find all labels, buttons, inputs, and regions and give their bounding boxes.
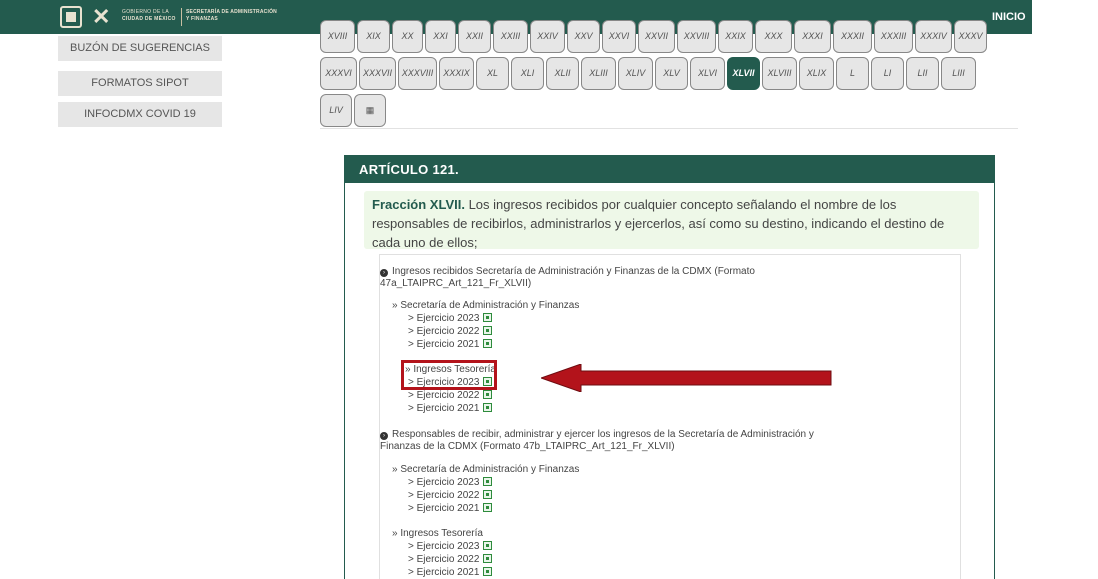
fraction-tab[interactable]: XXXVIII: [398, 57, 437, 90]
fraction-tab[interactable]: XXVII: [638, 20, 675, 53]
fraction-tab[interactable]: XIX: [357, 20, 390, 53]
fraction-tab[interactable]: XXIX: [718, 20, 753, 53]
nav-inicio-link[interactable]: INICIO: [992, 11, 1026, 23]
fraction-tab[interactable]: XXVIII: [677, 20, 716, 53]
sidebar-item-buzon[interactable]: BUZÓN DE SUGERENCIAS: [58, 36, 222, 61]
fraction-tab[interactable]: XLV: [655, 57, 688, 90]
excel-file-icon[interactable]: [483, 403, 493, 412]
fraction-tab[interactable]: XLIX: [799, 57, 834, 90]
fraction-tab[interactable]: XL: [476, 57, 509, 90]
fraction-tab[interactable]: XXII: [458, 20, 491, 53]
circle-arrow-icon: ›: [380, 269, 388, 277]
excel-file-icon[interactable]: [483, 390, 493, 399]
excel-file-icon[interactable]: [483, 477, 493, 486]
fraction-tab[interactable]: XXXI: [794, 20, 831, 53]
list-item[interactable]: > Ejercicio 2021: [408, 339, 493, 351]
fraction-tab[interactable]: XXV: [567, 20, 600, 53]
secretaria-logo-text: SECRETARÍA DE ADMINISTRACIÓN Y FINANZAS: [186, 9, 277, 22]
list-item[interactable]: > Ejercicio 2022: [408, 490, 493, 502]
section-b-group1-label: » Secretaría de Administración y Finanza…: [392, 464, 580, 475]
section-a-title: › Ingresos recibidos Secretaría de Admini…: [380, 266, 755, 278]
annotation-highlight-box: [401, 360, 497, 390]
fraction-tab[interactable]: XX: [392, 20, 423, 53]
fraction-tab[interactable]: LI: [871, 57, 904, 90]
cdmx-logo-icon: ✕: [92, 4, 111, 29]
fraction-tab[interactable]: XXX: [755, 20, 792, 53]
excel-file-icon[interactable]: [483, 541, 493, 550]
section-b-group2-label: » Ingresos Tesorería: [392, 528, 483, 539]
fraction-tab[interactable]: XVIII: [320, 20, 355, 53]
list-item[interactable]: > Ejercicio 2022: [408, 390, 493, 402]
list-item[interactable]: > Ejercicio 2023: [408, 477, 493, 489]
fraction-tab[interactable]: XLVI: [690, 57, 725, 90]
excel-file-icon[interactable]: [483, 490, 493, 499]
fraction-tab[interactable]: XXXIII: [874, 20, 913, 53]
list-item[interactable]: > Ejercicio 2022: [408, 326, 493, 338]
list-item[interactable]: > Ejercicio 2021: [408, 503, 493, 515]
list-item[interactable]: > Ejercicio 2021: [408, 567, 493, 579]
fraction-tab[interactable]: XLIII: [581, 57, 616, 90]
gov-logo-text: GOBIERNO DE LA CIUDAD DE MÉXICO: [122, 9, 176, 22]
excel-file-icon[interactable]: [483, 554, 493, 563]
coat-of-arms-logo: [60, 6, 82, 28]
fraction-tab[interactable]: XXIII: [493, 20, 528, 53]
annotation-arrow-icon: [541, 364, 832, 392]
fraction-tab[interactable]: XLVII: [727, 57, 760, 90]
divider: [320, 128, 1018, 129]
article-title: ARTÍCULO 121.: [345, 156, 994, 183]
section-a-group1-label: » Secretaría de Administración y Finanza…: [392, 300, 580, 311]
table-icon[interactable]: ▦: [354, 94, 386, 127]
fraction-tab[interactable]: XLII: [546, 57, 579, 90]
fraction-tab[interactable]: XLI: [511, 57, 544, 90]
fraction-tab[interactable]: XXVI: [602, 20, 636, 53]
fraction-tab[interactable]: XXXV: [954, 20, 987, 53]
fraction-tab[interactable]: L: [836, 57, 869, 90]
list-item[interactable]: > Ejercicio 2021: [408, 403, 493, 415]
fraction-description: Fracción XLVII. Los ingresos recibidos p…: [364, 191, 979, 250]
fraction-tab[interactable]: LIII: [941, 57, 976, 90]
sidebar-item-infocdmx-covid[interactable]: INFOCDMX COVID 19: [58, 102, 222, 127]
fraction-tab[interactable]: XLIV: [618, 57, 653, 90]
circle-arrow-icon: ›: [380, 432, 388, 440]
fraction-tab[interactable]: XXXVII: [359, 57, 396, 90]
logo-separator: [181, 8, 182, 26]
fraction-tab[interactable]: XXXIX: [439, 57, 474, 90]
excel-file-icon[interactable]: [483, 326, 493, 335]
fraction-tab[interactable]: XXXIV: [915, 20, 952, 53]
excel-file-icon[interactable]: [483, 313, 493, 322]
fraction-tab[interactable]: XXXVI: [320, 57, 357, 90]
fraction-tab[interactable]: XXI: [425, 20, 456, 53]
section-b-title: › Responsables de recibir, administrar y …: [380, 429, 814, 441]
fraction-tab[interactable]: XXXII: [833, 20, 872, 53]
list-item[interactable]: > Ejercicio 2023: [408, 541, 493, 553]
list-item[interactable]: > Ejercicio 2023: [408, 313, 493, 325]
section-b-title-cont: Finanzas de la CDMX (Formato 47b_LTAIPRC…: [380, 441, 675, 452]
fraction-label: Fracción XLVII.: [372, 197, 465, 212]
list-item[interactable]: > Ejercicio 2022: [408, 554, 493, 566]
fraction-tab[interactable]: LIV: [320, 94, 352, 127]
fraction-tab[interactable]: XXIV: [530, 20, 565, 53]
fraction-tab[interactable]: XLVIII: [762, 57, 797, 90]
excel-file-icon[interactable]: [483, 567, 493, 576]
excel-file-icon[interactable]: [483, 503, 493, 512]
section-a-title-cont: 47a_LTAIPRC_Art_121_Fr_XLVII): [380, 278, 532, 289]
excel-file-icon[interactable]: [483, 339, 493, 348]
sidebar-item-formatos-sipot[interactable]: FORMATOS SIPOT: [58, 71, 222, 96]
fraction-tab[interactable]: LII: [906, 57, 939, 90]
